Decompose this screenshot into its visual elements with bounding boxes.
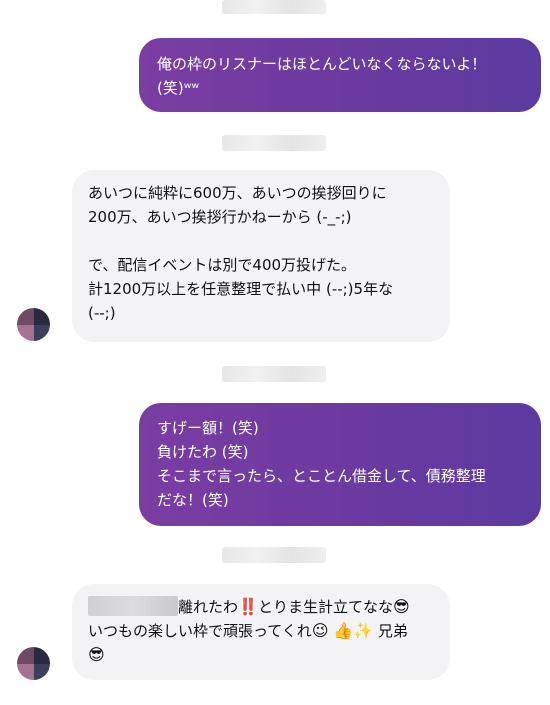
incoming-message[interactable]: あいつに純粋に600万、あいつの挨拶回りに 200万、あいつ挨拶行かねーから (…: [72, 170, 450, 342]
message-text-line: 計1200万以上を任意整理で払い中 (--;)5年な: [88, 280, 394, 298]
timestamp-blurred: [222, 366, 326, 382]
message-text: 兄弟: [377, 622, 408, 640]
message-text-line: だな！(笑): [157, 491, 229, 509]
message-text-line: 200万、あいつ挨拶行かねーから (-_-;): [88, 208, 352, 226]
message-text-line: (--;): [88, 304, 116, 322]
message-text-line: いつもの楽しい枠で頑張ってくれ😉 👍✨ 兄弟: [88, 619, 434, 643]
message-text-line: 負けたわ (笑): [157, 443, 249, 461]
redacted-name: [88, 596, 178, 616]
message-text: いつもの楽しい枠で頑張ってくれ: [88, 622, 312, 640]
message-text-line: 😎: [88, 643, 434, 667]
message-text-line: 俺の枠のリスナーはほとんどいなくならないよ！: [157, 55, 487, 73]
message-text-line: 離れたわ‼️とりま生計立てなな😎: [88, 595, 434, 619]
sunglasses-emoji-icon: 😎: [392, 597, 410, 616]
outgoing-message[interactable]: 俺の枠のリスナーはほとんどいなくならないよ！ (笑)ʷʷ: [139, 38, 541, 112]
message-text-line: (笑)ʷʷ: [157, 79, 200, 97]
double-exclamation-icon: ‼️: [238, 597, 258, 616]
sender-avatar[interactable]: [17, 308, 50, 341]
message-text-line: すげー額！(笑): [157, 419, 259, 437]
wink-emoji-icon: 😉: [311, 621, 329, 640]
outgoing-message[interactable]: すげー額！(笑) 負けたわ (笑) そこまで言ったら、とことん借金して、債務整理…: [139, 403, 541, 526]
message-text-line: で、配信イベントは別で400万投げた。: [88, 256, 357, 274]
message-text-line: そこまで言ったら、とことん借金して、債務整理: [157, 467, 486, 485]
incoming-message[interactable]: 離れたわ‼️とりま生計立てなな😎 いつもの楽しい枠で頑張ってくれ😉 👍✨ 兄弟 …: [72, 584, 450, 680]
message-text: とりま生計立てなな: [257, 598, 393, 616]
timestamp-blurred: [222, 0, 326, 14]
message-text-line: あいつに純粋に600万、あいつの挨拶回りに: [88, 184, 387, 202]
sender-avatar[interactable]: [17, 647, 50, 680]
message-text: 離れたわ: [178, 598, 239, 616]
timestamp-blurred: [222, 547, 326, 563]
thumbs-up-icon: 👍: [333, 621, 354, 640]
sunglasses-emoji-icon: 😎: [88, 645, 105, 664]
sparkles-icon: ✨: [353, 621, 374, 640]
timestamp-blurred: [222, 135, 326, 151]
